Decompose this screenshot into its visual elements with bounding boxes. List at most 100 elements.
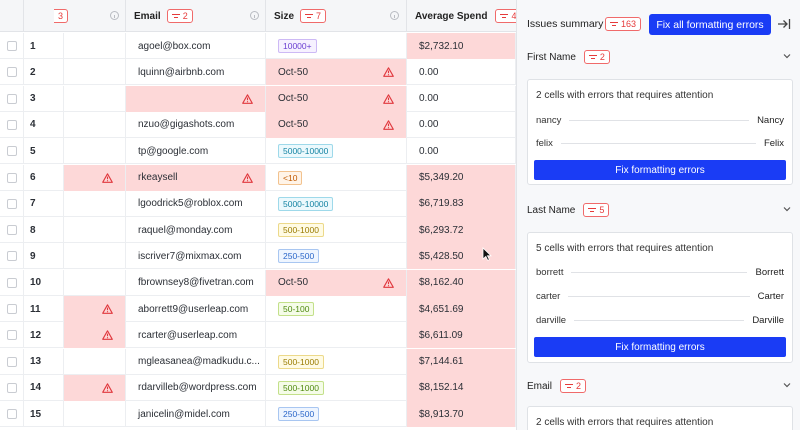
row-checkbox[interactable] (6, 330, 17, 341)
header-size[interactable]: Size 7 (266, 0, 407, 32)
previous-column-cell[interactable] (64, 322, 126, 349)
previous-column-cell[interactable] (64, 243, 126, 270)
row-select-cell[interactable] (0, 190, 24, 217)
header-email[interactable]: Email 2 (126, 0, 266, 32)
info-icon[interactable] (110, 11, 119, 20)
previous-column-cell[interactable] (64, 85, 126, 112)
row-select-cell[interactable] (0, 217, 24, 244)
previous-column-cell[interactable] (64, 296, 126, 322)
row-checkbox[interactable] (6, 119, 17, 130)
issues-total-badge[interactable]: 163 (605, 17, 642, 31)
average-spend-cell[interactable]: $5,428.50 (407, 243, 516, 270)
previous-column-cell[interactable] (64, 111, 126, 138)
average-spend-cell[interactable]: 0.00 (407, 85, 516, 112)
size-cell[interactable]: 250-500 (266, 401, 407, 428)
table-row[interactable]: 2 lquinn@airbnb.com Oct-50 0.00 (0, 59, 516, 86)
email-cell[interactable]: janicelin@midel.com (126, 401, 266, 428)
email-cell[interactable]: lgoodrick5@roblox.com (126, 190, 266, 217)
average-spend-cell[interactable]: $7,144.61 (407, 348, 516, 375)
table-row[interactable]: 1 agoel@box.com 10000+ $2,732.10 (0, 33, 516, 59)
size-cell[interactable]: Oct-50 (266, 111, 407, 138)
row-select-cell[interactable] (0, 164, 24, 191)
email-cell[interactable]: nzuo@gigashots.com (126, 111, 266, 138)
row-select-cell[interactable] (0, 348, 24, 375)
section-first-name[interactable]: First Name 2 (527, 48, 791, 66)
row-select-cell[interactable] (0, 138, 24, 165)
email-cell[interactable]: rcarter@userleap.com (126, 322, 266, 349)
fix-formatting-errors-button[interactable]: Fix formatting errors (534, 160, 786, 180)
email-cell[interactable]: agoel@box.com (126, 33, 266, 59)
row-select-cell[interactable] (0, 401, 24, 428)
previous-column-filter-badge[interactable]: 3 (54, 9, 69, 23)
row-checkbox[interactable] (6, 225, 17, 236)
section-last-name[interactable]: Last Name 5 (527, 201, 791, 219)
row-select-cell[interactable] (0, 85, 24, 112)
row-select-cell[interactable] (0, 33, 24, 59)
size-cell[interactable]: 5000-10000 (266, 190, 407, 217)
average-spend-cell[interactable]: $6,293.72 (407, 217, 516, 244)
email-cell[interactable]: lquinn@airbnb.com (126, 59, 266, 86)
previous-column-cell[interactable] (64, 164, 126, 191)
average-spend-cell[interactable]: $8,152.14 (407, 374, 516, 401)
previous-column-cell[interactable] (64, 401, 126, 428)
average-spend-cell[interactable]: 0.00 (407, 59, 516, 86)
size-cell[interactable]: 5000-10000 (266, 138, 407, 165)
table-row[interactable]: 8 raquel@monday.com 500-1000 $6,293.72 (0, 217, 516, 244)
email-cell[interactable] (126, 85, 266, 112)
table-row[interactable]: 11 aborrett9@userleap.com 50-100 $4,651.69 (0, 296, 516, 322)
section-email[interactable]: Email 2 (527, 377, 791, 395)
average-spend-cell[interactable]: $2,732.10 (407, 33, 516, 59)
collapse-panel-icon[interactable] (777, 18, 791, 30)
size-cell[interactable]: 10000+ (266, 33, 407, 59)
average-spend-cell[interactable]: $5,349.20 (407, 164, 516, 191)
average-spend-cell[interactable]: 0.00 (407, 111, 516, 138)
size-cell[interactable]: Oct-50 (266, 85, 407, 112)
email-cell[interactable]: aborrett9@userleap.com (126, 296, 266, 322)
info-icon[interactable] (390, 11, 399, 20)
row-checkbox[interactable] (6, 172, 17, 183)
table-row[interactable]: 7 lgoodrick5@roblox.com 5000-10000 $6,719.8… (0, 190, 516, 217)
email-cell[interactable]: rdarvilleb@wordpress.com (126, 374, 266, 401)
row-checkbox[interactable] (6, 356, 17, 367)
previous-column-cell[interactable] (64, 269, 126, 296)
chevron-down-icon[interactable] (783, 52, 791, 60)
header-average-spend[interactable]: Average Spend 46 (407, 0, 516, 32)
table-row[interactable]: 9 iscriver7@mixmax.com 250-500 $5,428.50 (0, 243, 516, 270)
previous-column-cell[interactable] (64, 59, 126, 86)
size-cell[interactable]: <10 (266, 164, 407, 191)
size-cell[interactable]: 500-1000 (266, 348, 407, 375)
average-spend-cell[interactable]: $8,162.40 (407, 269, 516, 296)
size-cell[interactable]: 500-1000 (266, 217, 407, 244)
row-checkbox[interactable] (6, 146, 17, 157)
email-cell[interactable]: fbrownsey8@fivetran.com (126, 269, 266, 296)
previous-column-cell[interactable] (64, 348, 126, 375)
row-checkbox[interactable] (6, 277, 17, 288)
chevron-down-icon[interactable] (783, 381, 791, 389)
header-previous-column[interactable]: 3 (24, 0, 126, 32)
row-checkbox[interactable] (6, 93, 17, 104)
size-cell[interactable] (266, 322, 407, 349)
size-cell[interactable]: 500-1000 (266, 374, 407, 401)
table-row[interactable]: 14 rdarvilleb@wordpress.com 500-1000 $8,152… (0, 374, 516, 401)
average-spend-cell[interactable]: $4,651.69 (407, 296, 516, 322)
email-filter-badge[interactable]: 2 (166, 9, 193, 23)
row-checkbox[interactable] (6, 198, 17, 209)
average-spend-cell[interactable]: $6,719.83 (407, 190, 516, 217)
table-row[interactable]: 4 nzuo@gigashots.com Oct-50 0.00 (0, 111, 516, 138)
email-cell[interactable]: tp@google.com (126, 138, 266, 165)
table-row[interactable]: 13 mgleasanea@madkudu.c... 500-1000 $7,144.… (0, 348, 516, 375)
email-cell[interactable]: rkeaysell (126, 164, 266, 191)
size-cell[interactable]: Oct-50 (266, 269, 407, 296)
row-select-cell[interactable] (0, 111, 24, 138)
previous-column-cell[interactable] (64, 33, 126, 59)
row-checkbox[interactable] (6, 251, 17, 262)
fix-all-formatting-errors-button[interactable]: Fix all formatting errors (649, 14, 771, 35)
table-row[interactable]: 5 tp@google.com 5000-10000 0.00 (0, 138, 516, 165)
table-row[interactable]: 3 Oct-50 0.00 (0, 85, 516, 112)
row-checkbox[interactable] (6, 382, 17, 393)
average-spend-cell[interactable]: 0.00 (407, 138, 516, 165)
email-cell[interactable]: iscriver7@mixmax.com (126, 243, 266, 270)
previous-column-cell[interactable] (64, 217, 126, 244)
email-cell[interactable]: mgleasanea@madkudu.c... (126, 348, 266, 375)
email-cell[interactable]: raquel@monday.com (126, 217, 266, 244)
